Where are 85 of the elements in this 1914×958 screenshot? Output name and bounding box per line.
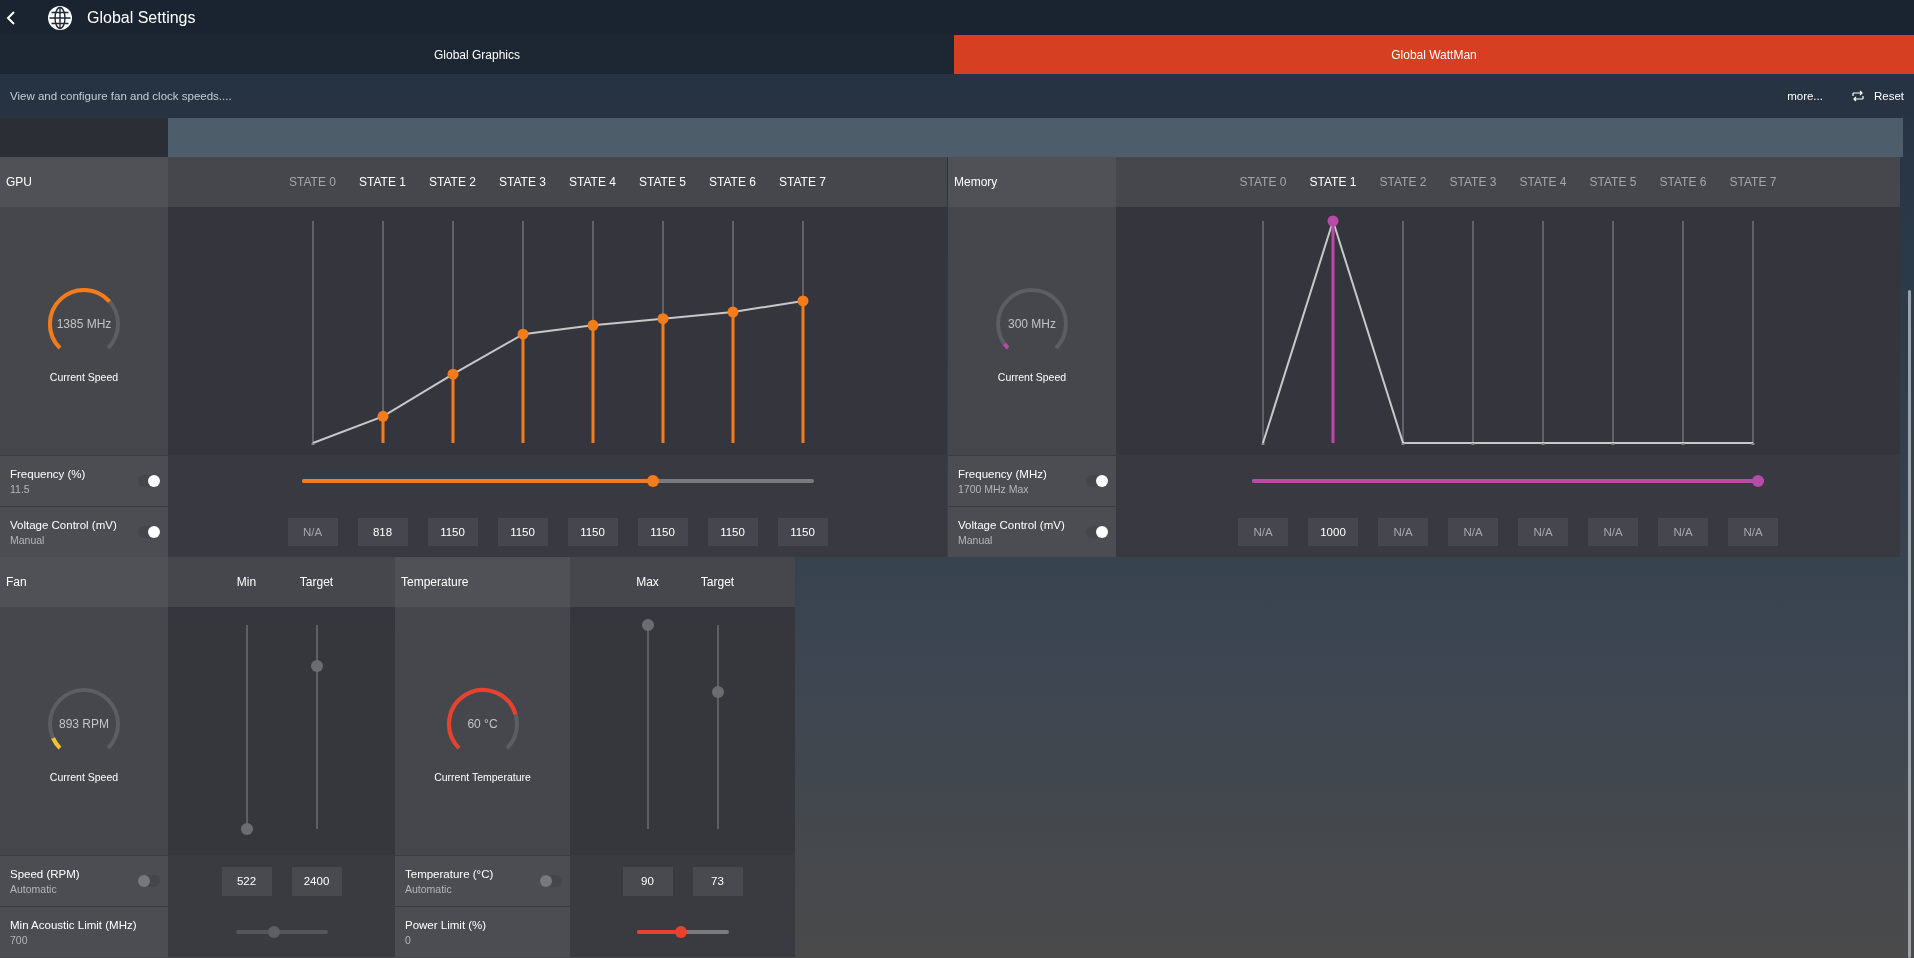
- gauge-caption: Current Speed: [997, 371, 1067, 383]
- state-slider[interactable]: [1401, 221, 1405, 445]
- tab[interactable]: Global Graphics: [0, 35, 954, 74]
- window-title: Global Settings: [87, 8, 196, 27]
- gauge-reading: 300 MHz: [1008, 317, 1056, 331]
- tab[interactable]: Global WattMan: [954, 35, 1914, 74]
- state-label: STATE 2: [428, 175, 477, 189]
- toggle-switch[interactable]: [138, 475, 160, 487]
- state-slider[interactable]: [517, 221, 528, 443]
- state-slider[interactable]: [1611, 221, 1615, 445]
- state-slider[interactable]: [1681, 221, 1685, 445]
- setting-label: Voltage Control (mV): [10, 518, 118, 531]
- panel-header: Fan: [0, 557, 168, 607]
- setting-value: 1700 MHz Max: [958, 482, 1030, 495]
- state-label: STATE 7: [1728, 175, 1778, 189]
- setting-value: 700: [10, 933, 29, 946]
- state-slider[interactable]: [1327, 215, 1339, 443]
- state-label: STATE 0: [1238, 175, 1288, 189]
- back-icon[interactable]: [6, 9, 16, 26]
- setting-value: 0: [405, 933, 412, 946]
- setting-value: Manual: [10, 533, 46, 546]
- state-label: STATE 1: [1308, 175, 1358, 189]
- gauge-ring: [48, 688, 120, 750]
- reset-button[interactable]: Reset: [1873, 90, 1904, 102]
- toggle-switch[interactable]: [540, 875, 562, 887]
- column-header: Target: [699, 575, 736, 589]
- limit-slider[interactable]: [636, 926, 729, 938]
- state-label: STATE 1: [358, 175, 407, 189]
- gauge-caption: Current Speed: [49, 771, 119, 783]
- state-label: STATE 6: [708, 175, 757, 189]
- setting-value: Manual: [958, 533, 994, 546]
- state-slider[interactable]: [1751, 221, 1755, 445]
- panel-header: Memory: [948, 157, 1116, 207]
- column-header: Target: [298, 575, 335, 589]
- state-label: STATE 5: [1588, 175, 1638, 189]
- gauge-ring: [996, 288, 1068, 350]
- state-slider[interactable]: [797, 221, 808, 443]
- setting-value: 11.5: [10, 482, 31, 495]
- state-slider[interactable]: [1541, 221, 1545, 445]
- more-link[interactable]: more...: [1787, 90, 1823, 102]
- state-slider[interactable]: [377, 221, 388, 443]
- globe-icon: [47, 4, 73, 31]
- state-label: STATE 3: [1448, 175, 1498, 189]
- setting-label: Voltage Control (mV): [958, 518, 1066, 531]
- state-label: STATE 6: [1658, 175, 1708, 189]
- state-slider[interactable]: [1261, 221, 1265, 445]
- gauge-caption: Current Temperature: [434, 771, 531, 783]
- state-label: STATE 4: [1518, 175, 1568, 189]
- frequency-slider[interactable]: [301, 475, 814, 487]
- state-label: STATE 2: [1378, 175, 1428, 189]
- state-label: STATE 3: [498, 175, 547, 189]
- toggle-switch[interactable]: [138, 526, 160, 538]
- state-slider[interactable]: [447, 221, 458, 443]
- panel-header: Temperature: [395, 557, 570, 607]
- setting-label: Frequency (MHz): [958, 467, 1048, 480]
- setting-value: Automatic: [405, 882, 453, 895]
- state-slider[interactable]: [1471, 221, 1475, 445]
- frequency-slider[interactable]: [1252, 475, 1764, 487]
- state-label: STATE 4: [568, 175, 617, 189]
- column-header: Max: [635, 575, 660, 589]
- toggle-switch[interactable]: [1086, 526, 1108, 538]
- state-label: STATE 0: [288, 175, 337, 189]
- setting-label: Temperature (°C): [405, 867, 495, 880]
- setting-label: Power Limit (%): [405, 918, 488, 931]
- gauge-reading: 60 °C: [467, 717, 498, 731]
- state-slider[interactable]: [587, 221, 598, 443]
- state-slider[interactable]: [727, 221, 738, 443]
- gauge-reading: 1385 MHz: [56, 317, 112, 331]
- setting-label: Frequency (%): [10, 467, 87, 480]
- toggle-switch[interactable]: [1086, 475, 1108, 487]
- column-header: Min: [235, 575, 258, 589]
- gauge-reading: 893 RPM: [59, 717, 109, 731]
- toggle-switch[interactable]: [138, 875, 160, 887]
- panel-header: GPU: [0, 157, 168, 207]
- setting-label: Speed (RPM): [10, 867, 81, 880]
- setting-label: Min Acoustic Limit (MHz): [10, 918, 138, 931]
- scrollbar[interactable]: [1908, 290, 1911, 958]
- state-slider[interactable]: [311, 221, 314, 445]
- gauge-caption: Current Speed: [49, 371, 119, 383]
- state-slider[interactable]: [657, 221, 668, 443]
- setting-value: Automatic: [10, 882, 58, 895]
- state-label: STATE 5: [638, 175, 687, 189]
- state-label: STATE 7: [778, 175, 827, 189]
- page-description: View and configure fan and clock speeds....: [10, 90, 233, 102]
- reset-icon[interactable]: [1851, 90, 1864, 102]
